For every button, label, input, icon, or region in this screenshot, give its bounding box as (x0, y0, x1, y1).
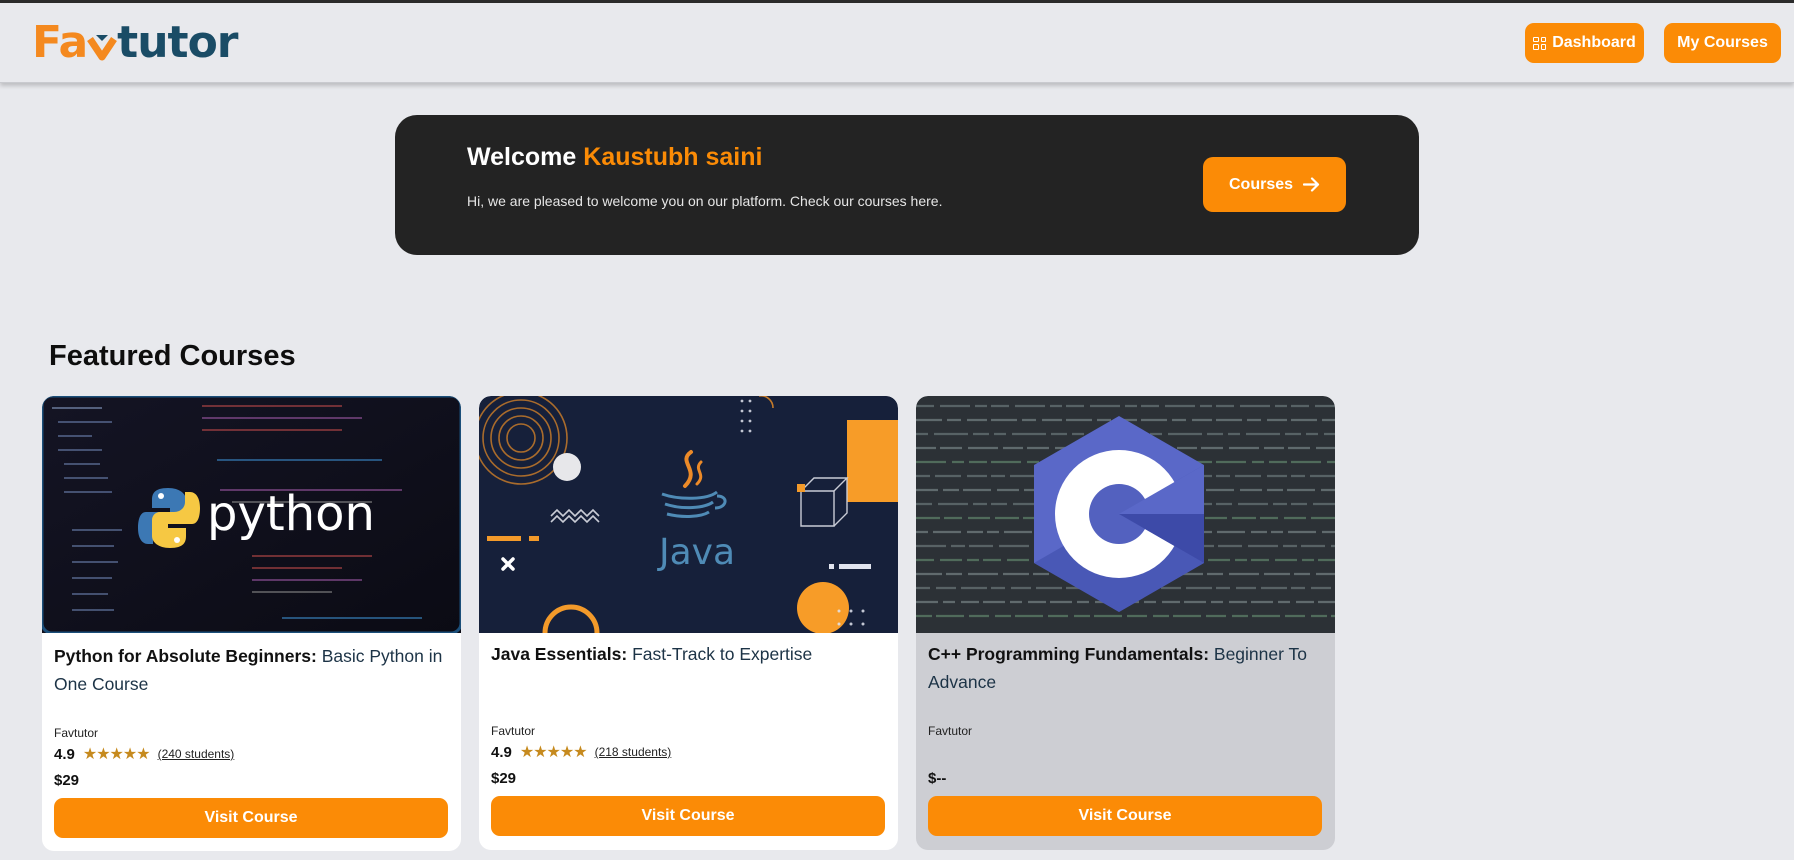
course-price: $-- (928, 770, 947, 787)
arrow-right-icon (1303, 177, 1320, 192)
course-title[interactable]: C++ Programming Fundamentals: Beginner T… (928, 640, 1328, 696)
my-courses-button[interactable]: My Courses (1664, 23, 1781, 63)
featured-courses-heading: Featured Courses (49, 340, 296, 372)
course-image-java[interactable]: Java (479, 396, 898, 633)
course-price: $29 (54, 772, 80, 789)
logo-part1: Fa (32, 17, 88, 68)
course-card-java[interactable]: Java Java Essentials: Fast-Track to Expe… (479, 396, 898, 850)
welcome-user-name: Kaustubh saini (583, 143, 763, 171)
course-title[interactable]: Python for Absolute Beginners: Basic Pyt… (54, 642, 454, 698)
visit-course-button[interactable]: Visit Course (928, 796, 1322, 836)
course-title-sub: Fast-Track to Expertise (627, 644, 813, 664)
course-author: Favtutor (54, 726, 99, 740)
welcome-banner: Welcome Kaustubh saini Hi, we are please… (395, 115, 1419, 255)
course-rating-row: 4.9 ★★★★★ (218 students) (491, 742, 671, 762)
visit-course-button[interactable]: Visit Course (54, 798, 448, 838)
course-students-link[interactable]: (218 students) (595, 745, 672, 759)
dashboard-grid-icon (1533, 36, 1547, 50)
course-title[interactable]: Java Essentials: Fast-Track to Expertise (491, 640, 891, 668)
welcome-greeting: Welcome (467, 143, 577, 171)
header: Fa tutor Dashboard My Courses (0, 3, 1794, 83)
course-author: Favtutor (928, 724, 973, 738)
course-price: $29 (491, 770, 517, 787)
course-students-link[interactable]: (240 students) (158, 747, 235, 761)
course-rating: 4.9 (491, 743, 512, 761)
visit-course-button[interactable]: Visit Course (491, 796, 885, 836)
svg-text:python: python (207, 486, 375, 542)
my-courses-label: My Courses (1677, 34, 1768, 51)
logo-part2: tutor (117, 17, 238, 68)
logo-v-icon (87, 21, 118, 65)
course-author: Favtutor (491, 724, 536, 738)
welcome-title: Welcome Kaustubh saini (467, 143, 762, 172)
course-title-main: C++ Programming Fundamentals: (928, 644, 1210, 664)
course-card-python[interactable]: python Python for Absolute Beginners: Ba… (42, 396, 461, 851)
courses-label: Courses (1228, 175, 1294, 193)
course-title-main: Java Essentials: (491, 644, 628, 664)
course-rating: 4.9 (54, 745, 75, 763)
courses-button[interactable]: Courses (1203, 157, 1346, 212)
welcome-subtitle: Hi, we are pleased to welcome you on our… (467, 193, 943, 209)
svg-text:Java: Java (657, 532, 735, 573)
course-image-python[interactable]: python (42, 396, 461, 633)
dashboard-button[interactable]: Dashboard (1525, 23, 1644, 63)
course-title-main: Python for Absolute Beginners: (54, 646, 317, 666)
favtutor-logo[interactable]: Fa tutor (32, 17, 239, 69)
course-image-cpp[interactable] (916, 396, 1335, 633)
dashboard-label: Dashboard (1552, 34, 1636, 51)
course-card-cpp[interactable]: C++ Programming Fundamentals: Beginner T… (916, 396, 1335, 850)
course-rating-row: 4.9 ★★★★★ (240 students) (54, 744, 234, 764)
star-rating-icon: ★★★★★ (519, 744, 588, 761)
star-rating-icon: ★★★★★ (82, 746, 151, 763)
